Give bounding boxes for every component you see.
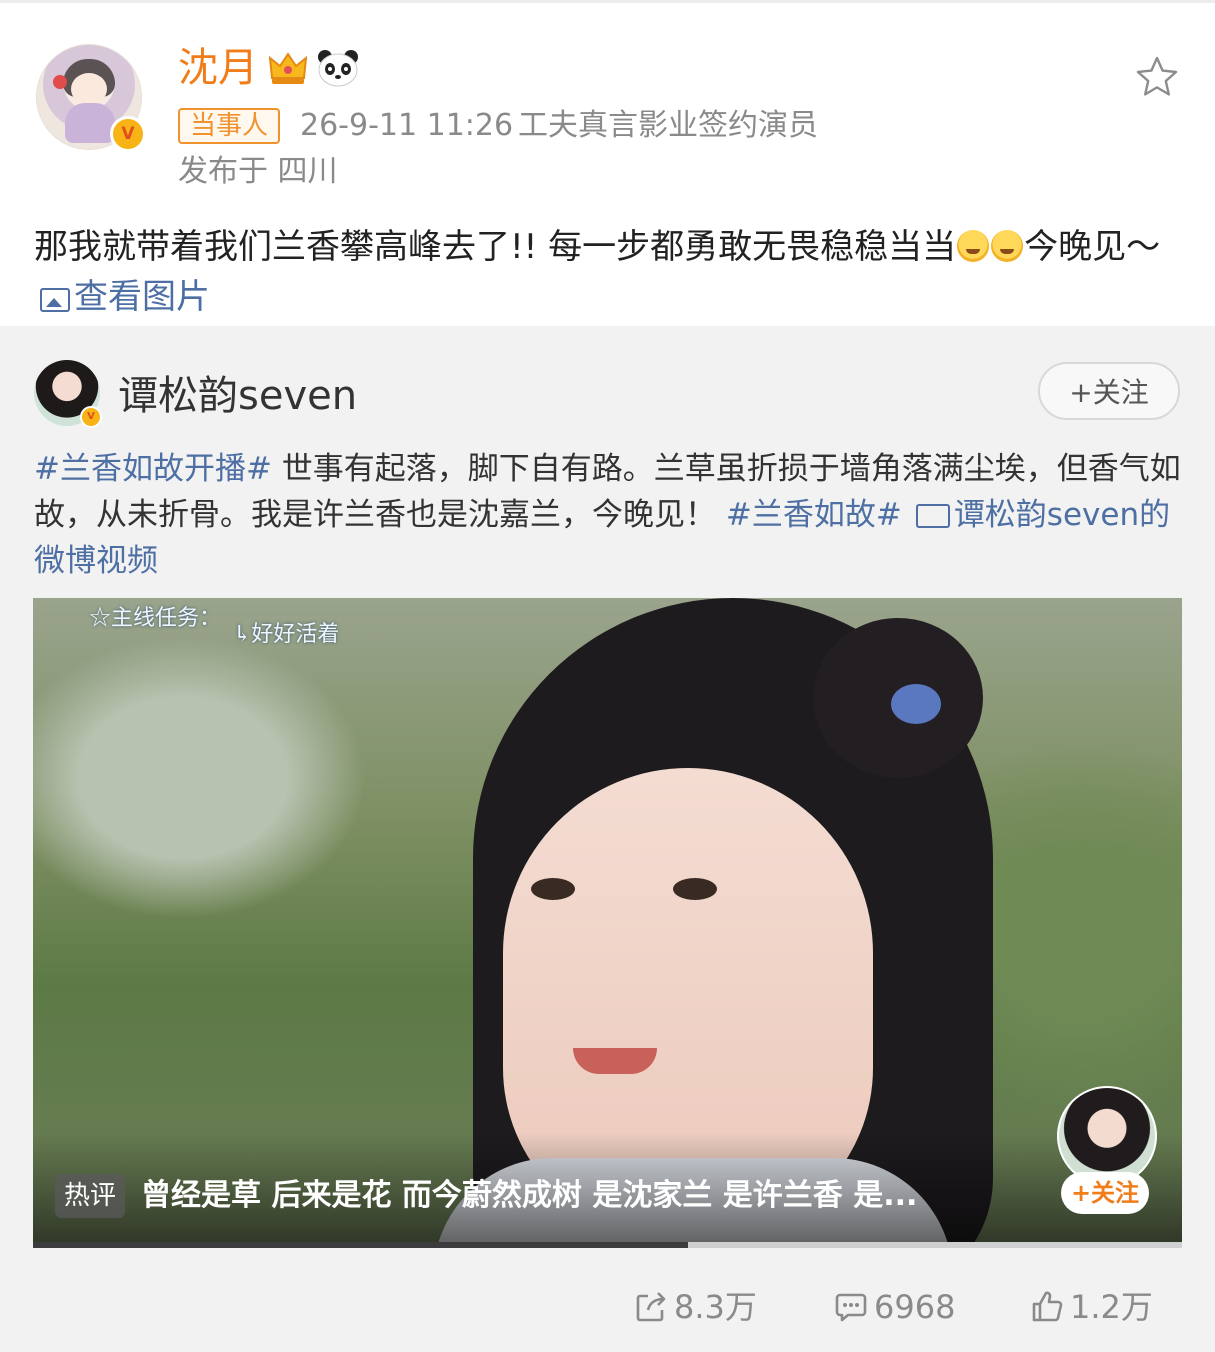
follow-button[interactable]: +关注 xyxy=(1038,362,1180,420)
view-picture-link[interactable]: 查看图片 xyxy=(34,277,210,317)
role-tag: 当事人 xyxy=(178,108,281,144)
like-thumb-icon xyxy=(1032,1291,1063,1322)
comment-count: 6968 xyxy=(874,1288,956,1326)
favorite-star-icon[interactable] xyxy=(1134,54,1180,100)
repost-author-name[interactable]: 谭松韵seven xyxy=(118,368,357,424)
author-name[interactable]: 沈月 xyxy=(178,40,258,96)
verified-badge-icon: V xyxy=(80,406,102,428)
repost-card[interactable]: V 谭松韵seven +关注 #兰香如故开播# 世事有起落，脚下自有路。兰草虽折… xyxy=(0,326,1215,1352)
video-icon xyxy=(915,504,950,528)
post-text: 那我就带着我们兰香攀高峰去了!! 每一步都勇敢无畏稳稳当当 今晚见～ 查看图片 xyxy=(34,222,1184,322)
video-author-avatar[interactable] xyxy=(1057,1086,1157,1186)
video-player[interactable]: ☆主线任务： ↳好好活着 热评 曾经是草 后来是花 而今蔚然成树 是沈家兰 是许… xyxy=(33,598,1182,1242)
video-follow-button[interactable]: +关注 xyxy=(1061,1172,1149,1214)
author-avatar[interactable]: V xyxy=(36,44,146,152)
hot-comment-tag: 热评 xyxy=(55,1174,125,1218)
verified-badge-icon: V xyxy=(110,116,146,152)
hot-comment[interactable]: 曾经是草 后来是花 而今蔚然成树 是沈家兰 是许兰香 是... xyxy=(141,1172,1021,1220)
comment-action[interactable]: 6968 xyxy=(834,1282,955,1332)
repost-icon xyxy=(636,1292,666,1322)
repost-action[interactable]: 8.3万 xyxy=(634,1282,757,1332)
crown-icon xyxy=(268,52,308,84)
hairpin-ornament xyxy=(891,684,941,724)
video-caption: ☆主线任务： xyxy=(89,606,222,631)
post-source: 工夫真言影业签约演员 xyxy=(518,108,818,143)
post-text-end: 今晚见～ xyxy=(1024,227,1161,267)
like-count: 1.2万 xyxy=(1070,1288,1153,1326)
hashtag-link[interactable]: #兰香如故开播# xyxy=(34,451,272,487)
picture-icon xyxy=(40,288,70,312)
post-location: 发布于 四川 xyxy=(178,154,338,189)
like-action[interactable]: 1.2万 xyxy=(1030,1282,1153,1332)
repost-author-avatar[interactable]: V xyxy=(34,360,102,428)
post-text-main: 那我就带着我们兰香攀高峰去了!! 每一步都勇敢无畏稳稳当当 xyxy=(34,227,957,267)
repost-text: #兰香如故开播# 世事有起落，脚下自有路。兰草虽折损于墙角落满尘埃，但香气如故，… xyxy=(34,446,1184,584)
comment-icon xyxy=(835,1293,867,1322)
video-caption: ↳好好活着 xyxy=(233,622,340,647)
repost-count: 8.3万 xyxy=(674,1288,757,1326)
post-time: 26-9-11 11:26 xyxy=(300,108,514,143)
top-divider xyxy=(0,0,1215,3)
crying-emoji-icon xyxy=(991,230,1024,262)
hashtag-link[interactable]: #兰香如故# xyxy=(726,497,902,533)
video-progress-fill xyxy=(33,1242,688,1248)
video-progress-bar[interactable] xyxy=(33,1242,1182,1248)
panda-icon xyxy=(318,50,358,87)
crying-emoji-icon xyxy=(957,230,990,262)
view-picture-label: 查看图片 xyxy=(74,277,210,317)
